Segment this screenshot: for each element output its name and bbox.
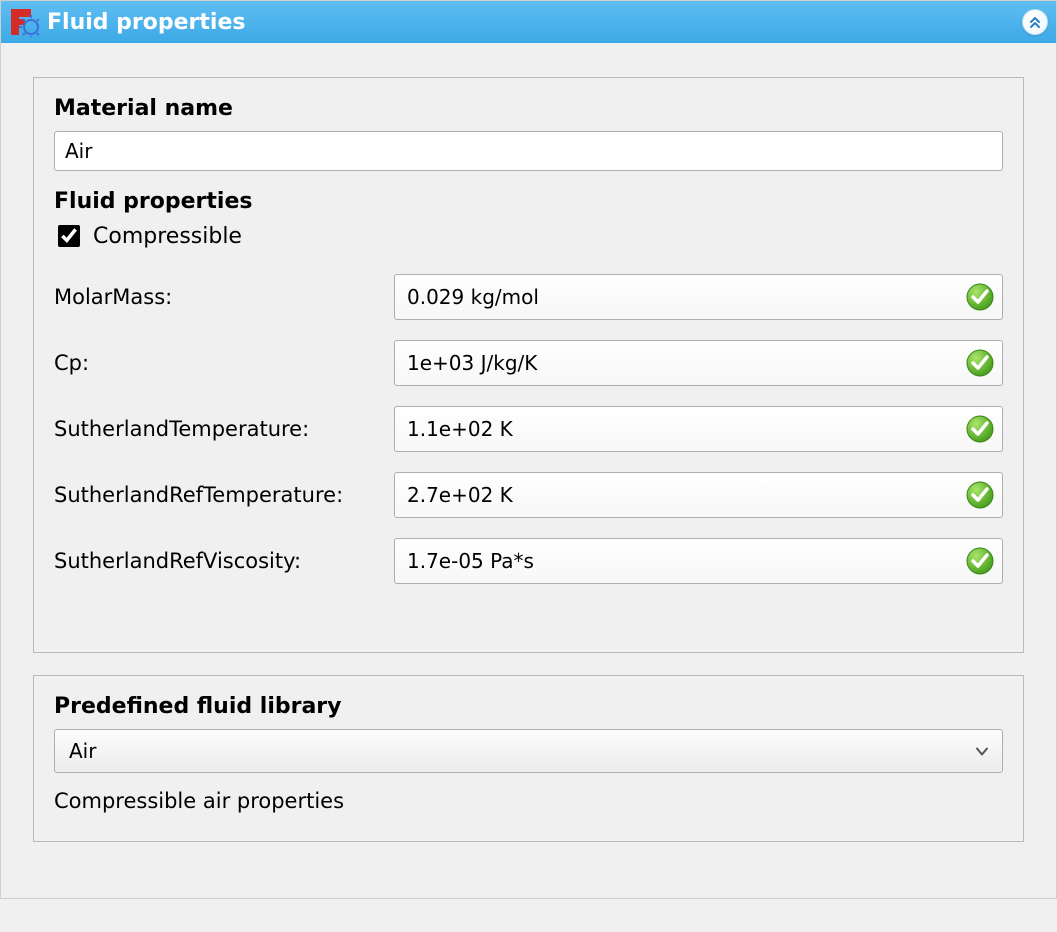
fluid-properties-panel: Fluid properties Material name Fluid pro… (0, 0, 1057, 899)
property-label: Cp: (54, 351, 394, 375)
property-label: MolarMass: (54, 285, 394, 309)
compressible-checkbox[interactable] (58, 225, 80, 247)
property-row-sutherland-temp: SutherlandTemperature: (54, 406, 1003, 452)
property-row-sutherland-ref-visc: SutherlandRefViscosity: (54, 538, 1003, 584)
sutherland-temperature-input[interactable] (394, 406, 1003, 452)
property-row-cp: Cp: (54, 340, 1003, 386)
cp-input[interactable] (394, 340, 1003, 386)
predefined-fluid-select[interactable]: Air (54, 729, 1003, 773)
material-group: Material name Fluid properties Compressi… (33, 77, 1024, 653)
compressible-label[interactable]: Compressible (93, 224, 242, 249)
molarmass-input[interactable] (394, 274, 1003, 320)
property-row-molarmass: MolarMass: (54, 274, 1003, 320)
freecad-app-icon (9, 7, 39, 37)
property-label: SutherlandTemperature: (54, 417, 394, 441)
sutherland-ref-viscosity-input[interactable] (394, 538, 1003, 584)
predefined-fluid-description: Compressible air properties (54, 789, 1003, 813)
panel-title: Fluid properties (47, 10, 1022, 35)
fluid-properties-heading: Fluid properties (54, 189, 1003, 214)
panel-header: Fluid properties (1, 1, 1056, 43)
predefined-library-group: Predefined fluid library Air Compressibl… (33, 675, 1024, 842)
property-label: SutherlandRefViscosity: (54, 549, 394, 573)
predefined-library-heading: Predefined fluid library (54, 694, 1003, 719)
property-row-sutherland-ref-temp: SutherlandRefTemperature: (54, 472, 1003, 518)
property-label: SutherlandRefTemperature: (54, 483, 394, 507)
material-name-label: Material name (54, 96, 1003, 121)
chevron-up-double-icon (1028, 15, 1042, 29)
material-name-input[interactable] (54, 131, 1003, 171)
panel-body: Material name Fluid properties Compressi… (1, 43, 1056, 898)
collapse-button[interactable] (1022, 9, 1048, 35)
sutherland-ref-temperature-input[interactable] (394, 472, 1003, 518)
